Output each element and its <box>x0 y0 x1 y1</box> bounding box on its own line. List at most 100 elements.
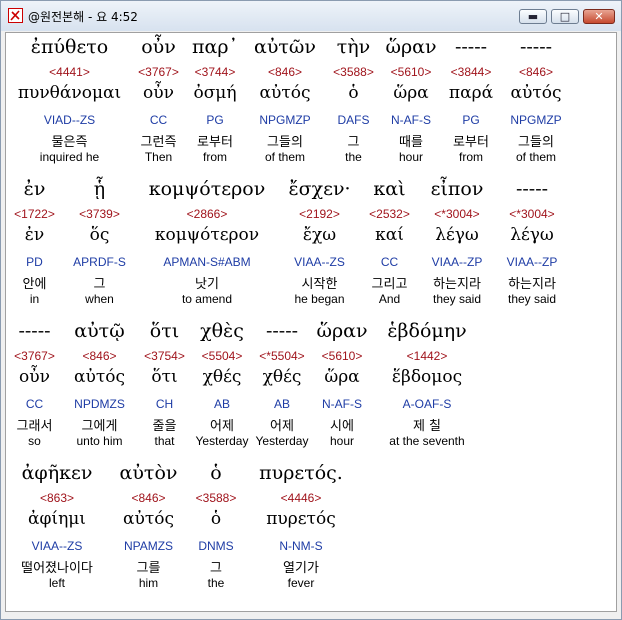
word-cell[interactable]: πυρετός. <4446> πυρετός N-NM-S 열기가 fever <box>241 461 361 601</box>
english-gloss: Yesterday <box>195 434 249 448</box>
strongs-number: <3744> <box>194 65 236 79</box>
lemma: ὅς <box>89 225 110 245</box>
english-gloss: left <box>48 576 65 590</box>
korean-gloss: 그 <box>210 561 222 576</box>
greek-word: ----- <box>519 36 553 58</box>
greek-word: καὶ <box>373 178 406 200</box>
word-cell[interactable]: ὁ <3588> ὁ DNMS 그 the <box>191 461 241 601</box>
strongs-number: <846> <box>518 65 554 79</box>
word-cell[interactable]: αὐτῶν <846> αὐτός NPGMZP 그들의 of them <box>244 35 326 175</box>
close-icon: ✕ <box>594 10 604 23</box>
word-cell[interactable]: εἶπον <*3004> λέγω VIAA--ZP 하는지라 they said <box>417 177 497 317</box>
english-gloss: hour <box>329 434 355 448</box>
lemma: ὥρα <box>393 83 429 103</box>
close-button[interactable]: ✕ <box>583 9 615 24</box>
lemma: πυνθάνομαι <box>17 83 122 103</box>
word-cell[interactable]: ἐπύθετο <4441> πυνθάνομαι VIAD--ZS 물은즉 inquir… <box>7 35 132 175</box>
lemma: καί <box>375 225 404 245</box>
english-gloss: inquired he <box>39 150 100 164</box>
word-cell[interactable]: ----- <*3004> λέγω VIAA--ZP 하는지라 they said <box>497 177 567 317</box>
lemma: λέγω <box>510 225 554 245</box>
word-cell[interactable]: ὥραν <5610> ὥρα N-AF-S 시에 hour <box>312 319 372 459</box>
title-bar[interactable]: @원전본해 - 요 4:52 ▬ □ ✕ <box>1 1 621 31</box>
word-cell[interactable]: ----- <846> αὐτός NPGMZP 그들의 of them <box>501 35 571 175</box>
parsing-code: NPAMZS <box>123 539 174 553</box>
word-cell[interactable]: ----- <3767> οὖν CC 그래서 so <box>7 319 62 459</box>
minimize-icon: ▬ <box>527 10 539 23</box>
word-cell[interactable]: ἐν <1722> ἐν PD 안에 in <box>7 177 62 317</box>
lemma: οὖν <box>143 83 174 103</box>
strongs-number: <846> <box>82 349 117 363</box>
lemma: κομψότερον <box>154 225 260 245</box>
lemma: ὁ <box>210 509 222 529</box>
strongs-number: <3754> <box>144 349 185 363</box>
english-gloss: the <box>207 576 225 590</box>
word-cell[interactable]: χθὲς <5504> χθές AB 어제 Yesterday <box>192 319 252 459</box>
korean-gloss: 로부터 <box>453 135 489 150</box>
maximize-button[interactable]: □ <box>551 9 579 24</box>
greek-word: ----- <box>515 178 549 200</box>
strongs-number: <3767> <box>14 349 55 363</box>
word-cell[interactable]: αὐτὸν <846> αὐτός NPAMZS 그를 him <box>106 461 191 601</box>
lemma: χθές <box>262 367 302 387</box>
lemma: αὐτός <box>259 83 311 103</box>
word-cell[interactable]: ᾗ <3739> ὅς APRDF-S 그 when <box>62 177 137 317</box>
strongs-number: <3739> <box>79 207 120 221</box>
greek-word: αὐτὸν <box>119 462 178 484</box>
word-cell[interactable]: ----- <3844> παρά PG 로부터 from <box>441 35 501 175</box>
korean-gloss: 그에게 <box>81 419 118 434</box>
minimize-button[interactable]: ▬ <box>519 9 547 24</box>
english-gloss: of them <box>515 150 557 164</box>
strongs-number: <1722> <box>14 207 55 221</box>
word-cell[interactable]: τὴν <3588> ὁ DAFS 그 the <box>326 35 381 175</box>
app-window: @원전본해 - 요 4:52 ▬ □ ✕ ἐπύθετο <4441> πυνθάν… <box>0 0 622 620</box>
lemma: λέγω <box>435 225 479 245</box>
english-gloss: so <box>28 434 41 448</box>
lemma: ἀφίημι <box>28 509 86 529</box>
parsing-code: PD <box>26 255 43 269</box>
word-cell[interactable]: ἑβδόμην <1442> ἕβδομος A-OAF-S 제 칠 at the sev… <box>372 319 482 459</box>
korean-gloss: 하는지라 <box>508 277 556 292</box>
word-cell[interactable]: ----- <*5504> χθές AB 어제 Yesterday <box>252 319 312 459</box>
word-cell[interactable]: ὥραν <5610> ὥρα N-AF-S 때를 hour <box>381 35 441 175</box>
parsing-code: CH <box>155 397 174 411</box>
word-cell[interactable]: αὐτῷ <846> αὐτός NPDMZS 그에게 unto him <box>62 319 137 459</box>
word-cell[interactable]: οὖν <3767> οὖν CC 그런즉 Then <box>131 35 186 175</box>
word-cell[interactable]: κομψότερον <2866> κομψότερον APMAN-S#ABM 낫기 t… <box>137 177 277 317</box>
lemma: αὐτός <box>123 509 174 529</box>
lemma: παρά <box>448 83 494 103</box>
lemma: ὅτι <box>151 367 178 387</box>
strongs-number: <*3004> <box>434 207 480 221</box>
strongs-number: <5610> <box>390 65 432 79</box>
parsing-code: VIAA--ZP <box>431 255 483 269</box>
word-cell[interactable]: ἀφῆκεν <863> ἀφίημι VIAA--ZS 떨어졌나이다 left <box>7 461 107 601</box>
window-title: @원전본해 - 요 4:52 <box>28 10 138 24</box>
word-cell[interactable]: ὅτι <3754> ὅτι CH 줄을 that <box>137 319 192 459</box>
word-cell[interactable]: παρ᾽ <3744> ὀσμή PG 로부터 from <box>186 35 244 175</box>
english-gloss: to amend <box>181 292 233 306</box>
strongs-number: <*5504> <box>259 349 305 363</box>
lemma: ὀσμή <box>193 83 237 103</box>
korean-gloss: 어제 <box>210 419 234 434</box>
greek-word: ὥραν <box>385 36 437 58</box>
parsing-code: APRDF-S <box>73 255 126 269</box>
word-cell[interactable]: ἔσχεν· <2192> ἔχω VIAA--ZS 시작한 he began <box>277 177 362 317</box>
strongs-number: <3588> <box>333 65 374 79</box>
greek-word: χθὲς <box>200 320 244 342</box>
word-cell[interactable]: καὶ <2532> καί CC 그리고 And <box>362 177 417 317</box>
parsing-code: N-NM-S <box>279 539 323 553</box>
korean-gloss: 시작한 <box>301 277 338 292</box>
parsing-code: VIAA--ZS <box>294 255 345 269</box>
strongs-number: <4441> <box>49 65 90 79</box>
verse-analysis-panel[interactable]: ἐπύθετο <4441> πυνθάνομαι VIAD--ZS 물은즉 inquir… <box>5 32 617 612</box>
parsing-code: NPGMZP <box>510 113 562 127</box>
lemma: ἔχω <box>302 225 337 245</box>
greek-word: ὁ <box>210 462 222 484</box>
parsing-code: PG <box>206 113 224 127</box>
english-gloss: fever <box>287 576 315 590</box>
greek-word: παρ᾽ <box>192 36 238 58</box>
parsing-code: NPDMZS <box>74 397 125 411</box>
greek-word: οὖν <box>141 36 176 58</box>
greek-word: ἐπύθετο <box>30 36 109 58</box>
lemma: αὐτός <box>74 367 125 387</box>
